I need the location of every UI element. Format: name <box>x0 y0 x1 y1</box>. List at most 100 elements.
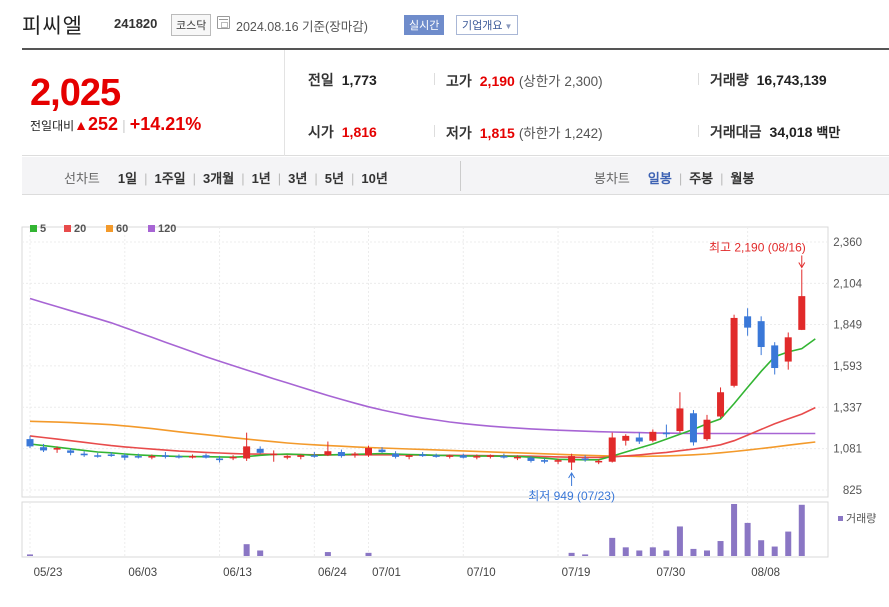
legend-swatch <box>106 225 113 232</box>
change-value: 252 <box>88 114 119 134</box>
candle-body <box>419 454 427 457</box>
amount-value: 34,018 <box>769 124 813 140</box>
y-tick-label: 1,593 <box>833 361 862 373</box>
candle-body <box>527 457 535 461</box>
x-tick-label: 06/03 <box>128 567 157 579</box>
company-name: 피씨엘 <box>22 15 83 38</box>
x-tick-label: 07/19 <box>562 567 591 579</box>
candle-body <box>459 455 467 458</box>
candle-body <box>541 460 549 462</box>
open-stat: 시가 1,816 <box>308 122 377 142</box>
volume-bar <box>690 548 697 556</box>
volume-bar <box>663 550 670 556</box>
realtime-button[interactable]: 실시간 <box>404 15 445 35</box>
candle-body <box>175 456 183 458</box>
candle-body <box>188 456 196 458</box>
amount-label: 거래대금 <box>710 124 762 140</box>
open-value: 1,816 <box>341 124 377 140</box>
price-panel-frame <box>21 226 829 498</box>
line-chart-tab-list: 1일 | 1주일 | 3개월 | 1년 | 3년 | 5년 | 10년 <box>118 171 388 186</box>
candle-body <box>67 450 75 453</box>
divider: | <box>350 171 355 186</box>
y-tick-label: 2,360 <box>833 237 862 249</box>
candle-body <box>622 435 630 441</box>
chevron-down-icon: ▼ <box>504 22 513 31</box>
tab-line-5[interactable]: 5년 <box>325 171 344 186</box>
candle-body <box>744 316 752 328</box>
legend-label: 60 <box>116 223 128 235</box>
candle-body <box>134 456 142 458</box>
volume-bar <box>731 504 738 556</box>
high-annotation: 최고 2,190 (08/16) <box>709 240 806 254</box>
prev-close-stat: 전일 1,773 <box>308 70 377 90</box>
divider <box>460 161 461 191</box>
volume-bar <box>582 554 589 556</box>
change-percent: +14.21% <box>129 114 202 134</box>
candle-body <box>94 455 102 457</box>
candle-body <box>662 432 670 435</box>
divider: | <box>241 171 245 186</box>
candle-body <box>608 437 616 462</box>
stock-chart[interactable]: 2,360 2,104 1,849 1,593 1,337 1,081 825 05/23 06… <box>0 212 889 607</box>
divider <box>698 125 699 137</box>
tab-line-0[interactable]: 1일 <box>118 171 137 186</box>
legend-swatch <box>30 225 37 232</box>
legend-label: 120 <box>158 223 176 235</box>
candle-body <box>365 447 372 456</box>
candle-body <box>283 456 291 458</box>
quote-summary: 2,025 전일대비▲252 | +14.21% 전일 1,773 시가 1,816 고… <box>22 48 889 156</box>
candle-body <box>513 456 521 459</box>
x-tick-label: 06/24 <box>318 567 347 579</box>
upper-limit: (상한가 2,300) <box>518 74 603 89</box>
y-tick-label: 1,081 <box>833 444 862 456</box>
volume-label: 거래량 <box>846 512 876 525</box>
tab-candle-1[interactable]: 주봉 <box>689 171 713 186</box>
volume-bar <box>365 552 372 556</box>
stock-code: 241820 <box>114 16 158 31</box>
tab-candle-2[interactable]: 월봉 <box>731 171 755 186</box>
divider: | <box>144 171 148 186</box>
tab-line-3[interactable]: 1년 <box>252 171 271 186</box>
x-tick-label: 08/08 <box>751 567 780 579</box>
x-tick-label: 07/01 <box>372 567 401 579</box>
divider: | <box>277 171 282 186</box>
candle-body <box>337 452 345 457</box>
current-price: 2,025 <box>30 72 121 114</box>
volume-bar <box>27 554 33 556</box>
tab-line-1[interactable]: 1주일 <box>154 171 185 186</box>
candle-body <box>676 408 684 432</box>
tab-line-2[interactable]: 3개월 <box>203 171 234 186</box>
line-chart-title: 선차트 <box>64 171 100 186</box>
tab-candle-0[interactable]: 일봉 <box>648 171 672 186</box>
tab-line-6[interactable]: 10년 <box>361 171 387 186</box>
lower-limit: (하한가 1,242) <box>518 126 603 141</box>
candle-body <box>107 454 115 456</box>
legend-label: 5 <box>40 223 46 235</box>
candle-body <box>161 455 169 457</box>
volume-bar <box>771 546 778 556</box>
candle-body <box>473 456 481 458</box>
company-overview-dropdown[interactable]: 기업개요 ▼ <box>456 15 519 35</box>
candle-body <box>432 455 440 457</box>
candle-body <box>216 458 224 461</box>
candle-body <box>378 449 386 453</box>
candle-body <box>730 317 738 386</box>
volume-bar <box>744 522 751 556</box>
candle-body <box>405 455 413 457</box>
amount-unit: 백만 <box>816 125 841 140</box>
divider <box>434 125 435 137</box>
volume-panel-frame <box>21 501 829 558</box>
volume-bar <box>243 544 250 556</box>
candle-body <box>568 456 576 463</box>
candle-body <box>270 453 278 456</box>
candle-body <box>581 458 589 461</box>
legend-swatch <box>64 225 71 232</box>
company-overview-label: 기업개요 <box>462 20 503 32</box>
candle-body <box>757 321 765 348</box>
prev-close-value: 1,773 <box>341 72 377 88</box>
high-label: 고가 <box>446 73 472 89</box>
candle-body <box>771 345 779 369</box>
tab-line-4[interactable]: 3년 <box>288 171 307 186</box>
divider <box>434 73 435 85</box>
volume-bar <box>717 541 724 556</box>
